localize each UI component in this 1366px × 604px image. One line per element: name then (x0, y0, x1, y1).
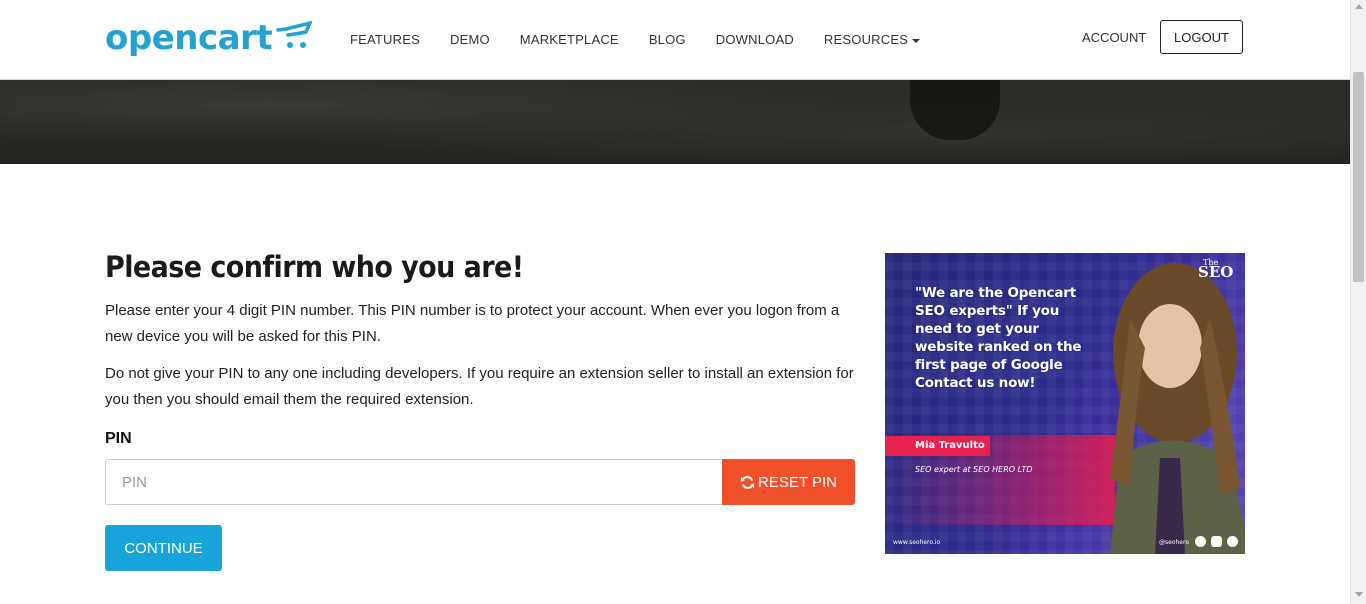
account-link[interactable]: ACCOUNT (1068, 30, 1160, 45)
reset-pin-button[interactable]: RESET PIN (722, 459, 855, 505)
logout-button[interactable]: LOGOUT (1160, 20, 1243, 54)
ad-quote: "We are the Opencart SEO experts" If you… (915, 285, 1082, 391)
ad-person-role: SEO expert at SEO HERO LTD (915, 465, 1033, 474)
nav-marketplace[interactable]: MARKETPLACE (505, 32, 634, 47)
ad-social-handle: @seohero (1159, 539, 1189, 546)
ad-logo: SEO (1198, 263, 1234, 281)
nav-resources[interactable]: RESOURCES (809, 32, 935, 47)
instagram-icon (1211, 536, 1222, 547)
pin-label: PIN (105, 430, 132, 447)
seo-hero-advert[interactable]: The SEO "We are the Opencart SEO experts… (885, 253, 1245, 554)
page-scrollbar[interactable] (1350, 0, 1366, 604)
opencart-logo[interactable]: opencart (105, 18, 313, 58)
facebook-icon (1195, 536, 1206, 547)
nav-demo[interactable]: DEMO (435, 32, 505, 47)
ad-website: www.seohero.io (893, 539, 941, 546)
reset-pin-label: RESET PIN (758, 473, 837, 491)
nav-download[interactable]: DOWNLOAD (701, 32, 809, 47)
nav-resources-label: RESOURCES (823, 32, 909, 47)
scroll-down-arrow-icon[interactable] (1355, 592, 1363, 597)
site-header: opencart FEATURES DEMO MARKETPLACE BLOG … (0, 0, 1350, 80)
ad-person-name: Mia Travulto (885, 436, 990, 456)
continue-button[interactable]: CONTINUE (105, 525, 222, 571)
nav-features[interactable]: FEATURES (335, 32, 435, 47)
scroll-thumb[interactable] (1353, 72, 1364, 282)
pin-warning: Do not give your PIN to any one includin… (105, 365, 854, 408)
page-title: Please confirm who you are! (105, 250, 524, 284)
ad-woman-photo (1110, 263, 1245, 554)
hero-person-silhouette (910, 80, 1000, 140)
nav-blog[interactable]: BLOG (634, 32, 701, 47)
hero-banner (0, 80, 1350, 164)
logo-text: opencart (105, 18, 273, 58)
scroll-up-arrow-icon[interactable] (1355, 4, 1363, 9)
caret-down-icon (912, 38, 921, 43)
twitter-icon (1227, 536, 1238, 547)
pin-description: Please enter your 4 digit PIN number. Th… (105, 302, 840, 345)
refresh-icon (740, 475, 755, 489)
pin-input[interactable] (105, 459, 722, 505)
main-nav: FEATURES DEMO MARKETPLACE BLOG DOWNLOAD … (335, 0, 935, 79)
cart-logo-icon (276, 20, 313, 48)
